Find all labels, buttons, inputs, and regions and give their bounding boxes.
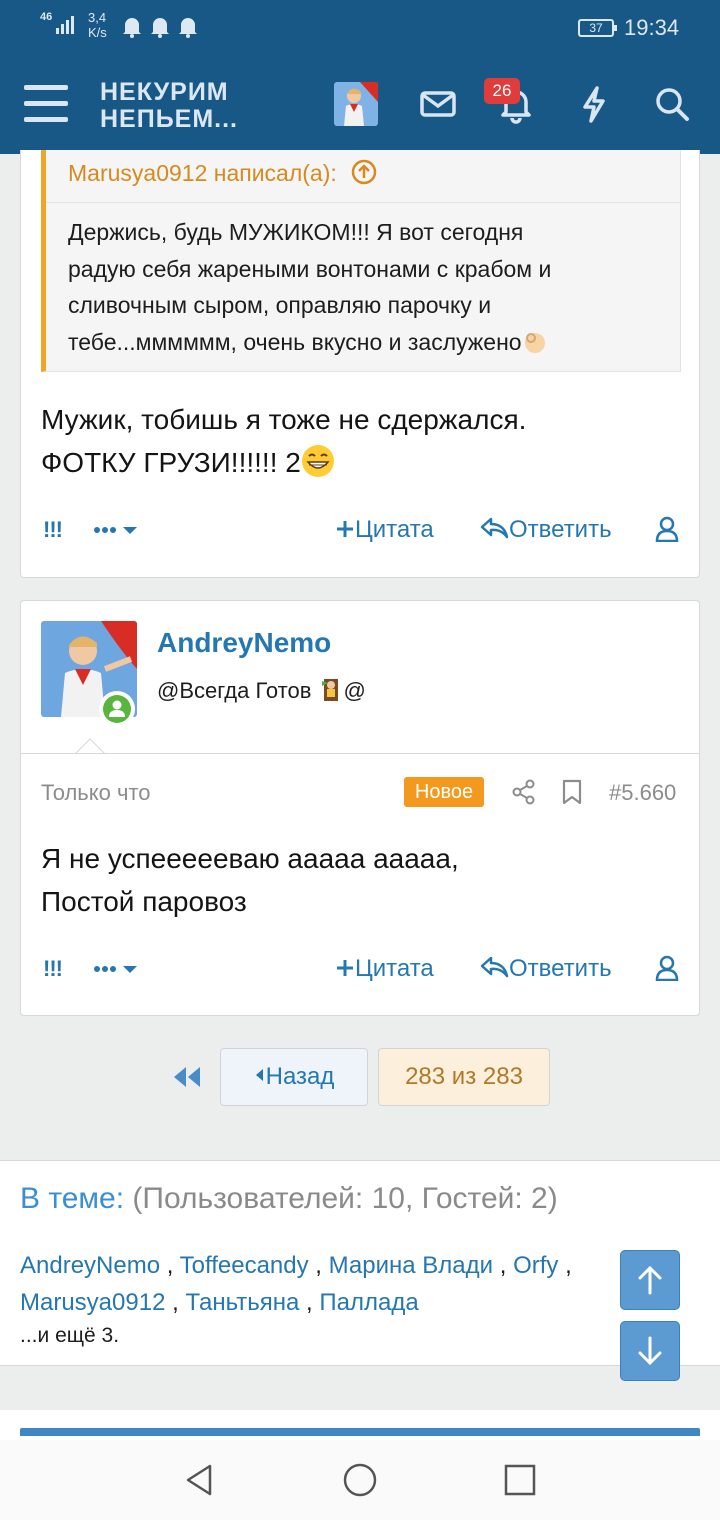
reply-arrow-icon — [480, 956, 509, 978]
arrow-up-circle-icon[interactable] — [351, 159, 377, 185]
arrow-down-icon — [638, 1336, 662, 1366]
ok-hand-emoji-icon — [524, 332, 545, 353]
pioneer-emoji-icon — [321, 679, 338, 701]
footer-strip — [0, 1410, 720, 1440]
thread-viewers: В теме: (Пользователей: 10, Гостей: 2) A… — [0, 1160, 720, 1366]
home-nav-icon[interactable] — [342, 1462, 378, 1498]
more-dropdown-icon[interactable] — [93, 512, 143, 548]
react-button[interactable]: !!! — [43, 951, 63, 987]
network-type: 46 — [40, 11, 53, 23]
recents-nav-icon[interactable] — [504, 1464, 536, 1496]
quote-author[interactable]: Marusya0912 написал(а): — [68, 158, 377, 188]
scroll-bottom-button[interactable] — [620, 1321, 680, 1381]
viewers-list: AndreyNemo , Toffeecandy , Марина Влади … — [20, 1252, 572, 1316]
viewer-link[interactable]: Orfy — [513, 1252, 558, 1279]
post-actions: !!! Цитата Ответить — [41, 951, 681, 987]
divider-notch — [75, 738, 105, 754]
viewers-heading: В теме: (Пользователей: 10, Гостей: 2) — [20, 1182, 558, 1215]
quote-divider — [46, 202, 680, 203]
status-bar: 46 3,4 K/s 37 19:34 — [0, 0, 720, 56]
mail-icon[interactable] — [414, 80, 462, 128]
post-card: Marusya0912 написал(а): Держись, будь МУ… — [20, 150, 700, 578]
quote-button[interactable]: Цитата — [335, 951, 434, 987]
author-username[interactable]: AndreyNemo — [157, 625, 331, 661]
post-message: Мужик, тобишь я тоже не сдержался. ФОТКУ… — [41, 404, 527, 478]
viewer-link[interactable]: Toffeecandy — [180, 1252, 309, 1279]
plus-icon — [337, 521, 353, 537]
post-time[interactable]: Только что — [41, 777, 151, 809]
post-message: Я не успеееееваю ааааа ааааа, Постой пар… — [41, 843, 459, 917]
prev-page-button[interactable]: Назад — [220, 1048, 368, 1106]
viewer-link[interactable]: Marusya0912 — [20, 1289, 165, 1316]
grinning-emoji-icon — [301, 445, 334, 477]
viewer-link[interactable]: Марина Влади — [329, 1252, 493, 1279]
viewers-more: ...и ещё 3. — [20, 1324, 120, 1347]
reply-arrow-icon — [480, 517, 509, 539]
bookmark-icon[interactable] — [561, 779, 583, 805]
bolt-icon[interactable] — [570, 80, 618, 128]
back-nav-icon[interactable] — [182, 1462, 218, 1498]
menu-icon[interactable] — [24, 85, 68, 125]
search-icon[interactable] — [648, 80, 696, 128]
arrow-up-icon — [638, 1265, 662, 1295]
reply-button[interactable]: Ответить — [479, 951, 612, 987]
viewer-link[interactable]: Таньтьяна — [185, 1289, 299, 1316]
caret-left-icon — [255, 1069, 263, 1081]
scroll-top-button[interactable] — [620, 1250, 680, 1310]
notification-bells-icon — [123, 18, 197, 38]
signal-icon — [56, 16, 74, 34]
viewer-link[interactable]: Паллада — [319, 1289, 418, 1316]
quote-button[interactable]: Цитата — [335, 512, 434, 548]
status-time: 19:34 — [624, 15, 680, 40]
user-icon[interactable] — [655, 955, 679, 981]
quote-block: Marusya0912 написал(а): Держись, будь МУ… — [41, 150, 681, 372]
viewer-link[interactable]: AndreyNemo — [20, 1252, 160, 1279]
battery-indicator: 37 — [578, 19, 617, 37]
react-button[interactable]: !!! — [43, 512, 63, 548]
app-header: НЕКУРИМ НЕПЬЕМ... 26 — [0, 56, 720, 154]
network-speed: 3,4 K/s — [88, 10, 107, 40]
system-nav-bar — [0, 1440, 720, 1520]
page-indicator[interactable]: 283 из 283 — [378, 1048, 550, 1106]
reply-button[interactable]: Ответить — [479, 512, 612, 548]
online-status-icon — [99, 691, 135, 727]
post-number[interactable]: #5.660 — [609, 777, 676, 809]
notifications-badge: 26 — [484, 78, 520, 104]
plus-icon — [337, 960, 353, 976]
site-logo[interactable]: НЕКУРИМ НЕПЬЕМ... — [100, 79, 238, 133]
post-actions: !!! Цитата Ответить — [41, 512, 681, 548]
user-icon[interactable] — [655, 516, 679, 542]
post-card: AndreyNemo @Всегда Готов @ Только что Но… — [20, 600, 700, 1016]
post-divider — [21, 753, 699, 754]
first-page-icon[interactable] — [172, 1064, 202, 1090]
more-dropdown-icon[interactable] — [93, 951, 143, 987]
new-badge: Новое — [404, 777, 484, 807]
user-avatar[interactable] — [334, 82, 378, 126]
quote-text: Держись, будь МУЖИКОМ!!! Я вот сегодня р… — [68, 219, 552, 355]
author-title: @Всегда Готов @ — [157, 678, 366, 703]
share-icon[interactable] — [511, 779, 537, 805]
